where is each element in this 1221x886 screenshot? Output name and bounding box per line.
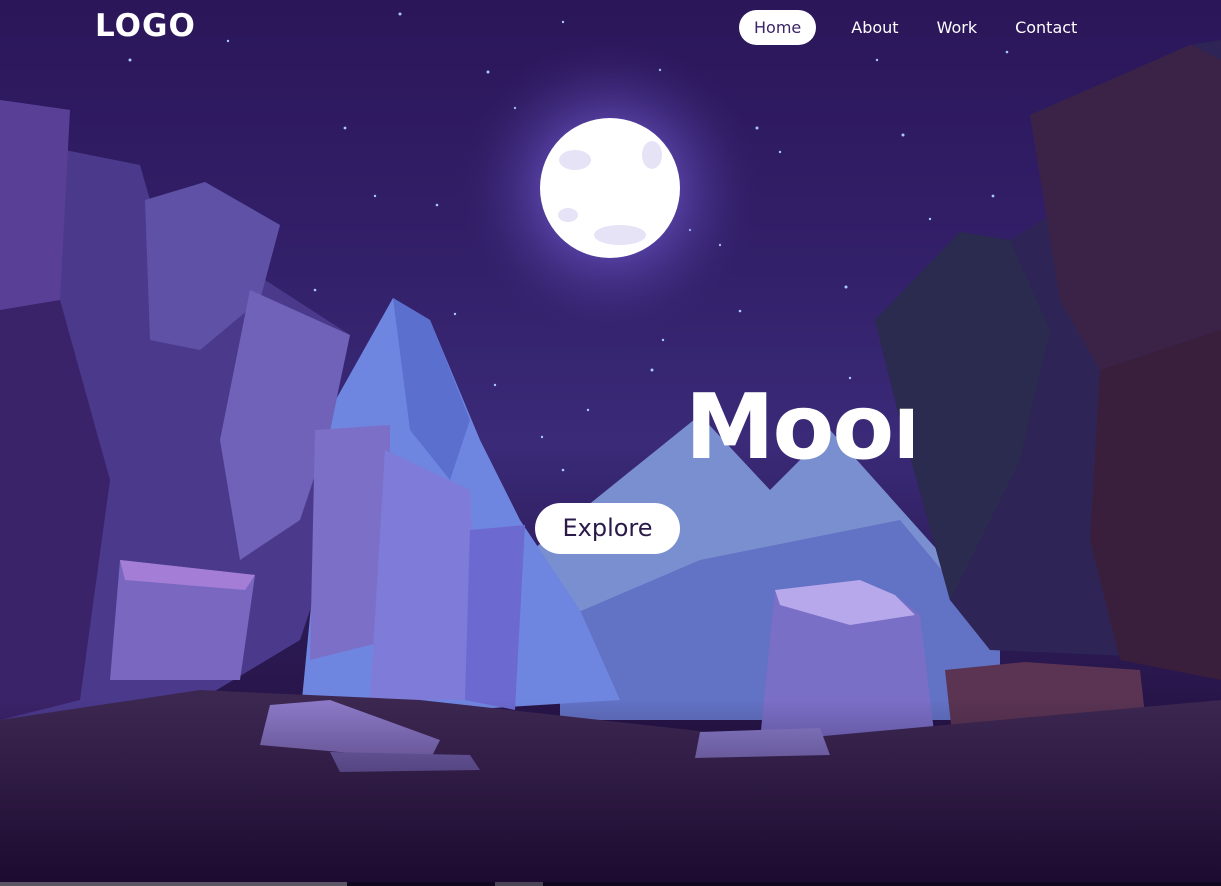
left-rock-pillar3 <box>465 525 525 710</box>
left-rock-pillar2 <box>370 450 480 700</box>
nav-links: Home About Work Contact <box>739 10 1096 45</box>
hero-section: LOGO Home About Work Contact Moon Explor… <box>0 0 1221 886</box>
nav-about[interactable]: About <box>836 10 913 45</box>
ground-fade <box>0 700 1221 886</box>
hero-title: Moon <box>685 375 913 480</box>
logo[interactable]: LOGO <box>95 8 196 44</box>
nav-home[interactable]: Home <box>739 10 817 45</box>
scrollbar-thumb-secondary[interactable] <box>495 882 543 886</box>
scrollbar-thumb[interactable] <box>0 882 347 886</box>
top-navigation: LOGO Home About Work Contact <box>0 0 1221 60</box>
nav-work[interactable]: Work <box>922 10 993 45</box>
hero-title-clip: Moon <box>685 375 913 480</box>
night-landscape-illustration <box>0 12 1221 886</box>
left-cliff-tower <box>0 100 70 310</box>
nav-contact[interactable]: Contact <box>1000 10 1092 45</box>
explore-button[interactable]: Explore <box>535 503 680 554</box>
